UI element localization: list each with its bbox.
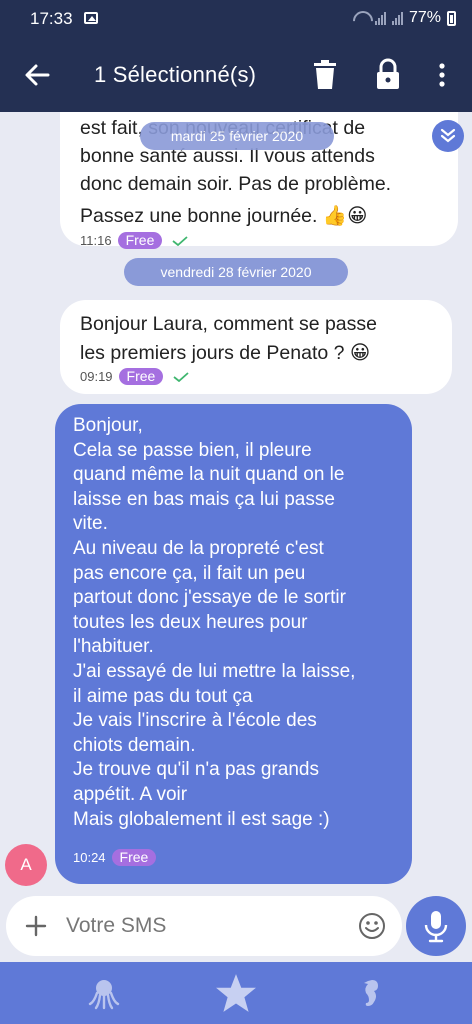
seahorse-icon[interactable] (352, 976, 388, 1012)
message-time: 09:19 (80, 369, 113, 384)
battery-icon (447, 10, 456, 26)
status-time: 17:33 (30, 9, 73, 28)
battery-percent: 77% (408, 9, 441, 26)
message-bubble-incoming[interactable]: Bonjour Laura, comment se passe les prem… (60, 300, 452, 394)
selection-app-bar: 1 Sélectionné(s) (0, 38, 472, 112)
emoji-icon[interactable] (358, 912, 386, 940)
message-meta: 09:19 Free (80, 368, 432, 385)
microphone-icon (424, 911, 448, 943)
contact-avatar[interactable]: A (5, 844, 47, 886)
plus-icon[interactable] (24, 914, 48, 938)
message-text: Bonjour, Cela se passe bien, il pleure q… (73, 415, 356, 830)
conversation[interactable]: est fait, son nouveau certificat de bonn… (0, 112, 472, 890)
message-composer (6, 896, 402, 956)
starfish-icon[interactable] (215, 972, 257, 1014)
delivered-check-icon (173, 371, 189, 382)
sms-input[interactable] (66, 910, 346, 942)
delivered-check-icon (172, 235, 188, 246)
image-notification-icon (84, 12, 98, 24)
bottom-navigation (0, 962, 472, 1024)
message-time: 10:24 (73, 850, 106, 865)
signal-icon (374, 11, 386, 25)
date-separator: vendredi 28 février 2020 (124, 258, 348, 286)
scroll-to-bottom-button[interactable] (432, 120, 464, 152)
delete-icon[interactable] (312, 60, 338, 90)
microphone-button[interactable] (406, 896, 466, 956)
back-arrow-icon[interactable] (22, 60, 52, 90)
page-title: 1 Sélectionné(s) (94, 62, 257, 87)
operator-badge: Free (111, 849, 157, 866)
status-indicators: 77% (353, 9, 456, 27)
octopus-icon[interactable] (86, 976, 122, 1012)
lock-icon[interactable] (374, 58, 402, 90)
more-options-icon[interactable] (432, 60, 452, 90)
signal-icon-2 (391, 11, 403, 25)
message-bubble-selected[interactable]: Bonjour, Cela se passe bien, il pleure q… (55, 404, 412, 884)
message-meta: 11:16 Free (80, 232, 438, 249)
message-text: Bonjour Laura, comment se passe les prem… (80, 313, 377, 364)
operator-badge: Free (118, 368, 164, 385)
operator-badge: Free (117, 232, 163, 249)
date-separator: mardi 25 février 2020 (140, 122, 334, 150)
double-chevron-down-icon (440, 128, 456, 143)
message-meta: 10:24 Free (73, 849, 157, 866)
status-bar: 17:33 77% (0, 0, 472, 38)
wifi-icon (353, 11, 369, 25)
message-time: 11:16 (80, 233, 112, 248)
